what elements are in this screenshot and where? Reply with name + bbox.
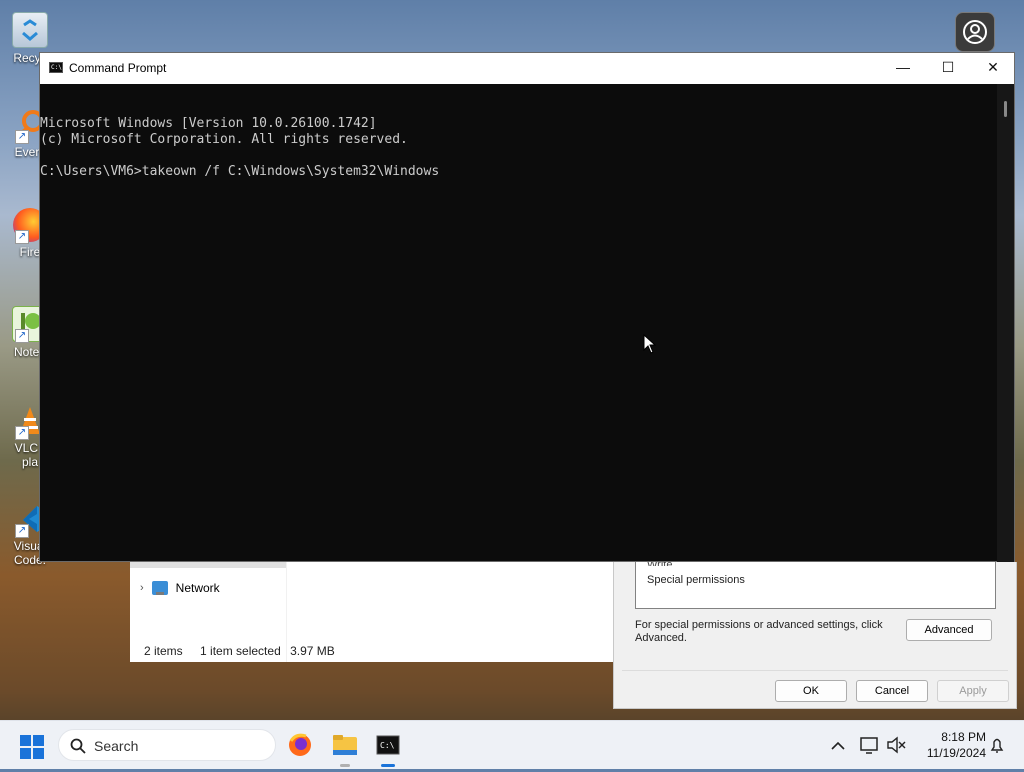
- taskbar-command-prompt[interactable]: C:\: [372, 729, 404, 767]
- terminal-icon: C:\: [376, 735, 400, 755]
- taskbar-search-box[interactable]: Search: [58, 729, 276, 761]
- vertical-scrollbar[interactable]: [997, 84, 1014, 562]
- chevron-up-icon: [831, 741, 845, 750]
- search-placeholder: Search: [94, 738, 139, 754]
- taskbar-file-explorer[interactable]: [329, 729, 361, 767]
- notifications-button[interactable]: [987, 721, 1007, 769]
- console-output[interactable]: Microsoft Windows [Version 10.0.26100.17…: [40, 84, 998, 562]
- cmd-title-bar[interactable]: C:\ Command Prompt — ☐ ✕: [40, 53, 1014, 84]
- speaker-muted-icon: [887, 736, 906, 754]
- shortcut-arrow-icon: ↗: [15, 230, 29, 244]
- status-selection: 1 item selected: [200, 644, 281, 658]
- firefox-icon: [289, 733, 311, 756]
- network-icon: [151, 581, 168, 595]
- svg-text:C:\: C:\: [380, 741, 395, 750]
- close-button[interactable]: ✕: [970, 53, 1016, 84]
- cancel-button[interactable]: Cancel: [856, 680, 928, 702]
- taskbar-firefox[interactable]: [284, 729, 316, 761]
- shortcut-arrow-icon: ↗: [15, 329, 29, 343]
- console-input-line[interactable]: C:\Users\VM6>takeown /f C:\Windows\Syste…: [40, 164, 998, 180]
- scrollbar-thumb[interactable]: [1004, 101, 1007, 117]
- recycle-bin-icon: [12, 12, 48, 48]
- window-title: Command Prompt: [69, 61, 167, 75]
- taskbar: Search C:\ 8:18 PM 11/19/2024: [0, 720, 1024, 769]
- nav-item-network[interactable]: › Network: [140, 578, 220, 598]
- maximize-button[interactable]: ☐: [925, 53, 971, 84]
- shortcut-arrow-icon: ↗: [15, 426, 29, 440]
- permissions-list: Write Special permissions: [635, 559, 996, 609]
- windows-logo-icon: [20, 735, 31, 746]
- mouse-pointer-icon: [643, 334, 657, 354]
- network-status-button[interactable]: [858, 721, 882, 769]
- minimize-button[interactable]: —: [880, 53, 926, 84]
- folder-icon: [333, 735, 357, 755]
- active-indicator: [381, 764, 395, 767]
- advanced-note: For special permissions or advanced sett…: [635, 619, 883, 644]
- start-button[interactable]: [20, 735, 44, 759]
- network-monitor-icon: [860, 737, 878, 754]
- running-indicator: [340, 764, 350, 767]
- show-hidden-icons-button[interactable]: [828, 721, 848, 769]
- status-item-count: 2 items: [144, 644, 183, 658]
- bell-icon: [990, 738, 1004, 753]
- account-button[interactable]: [955, 12, 995, 52]
- clock-time: 8:18 PM: [941, 730, 986, 744]
- advanced-button[interactable]: Advanced: [906, 619, 992, 641]
- nav-scrollbar[interactable]: [130, 562, 286, 568]
- divider: [622, 670, 1008, 671]
- file-explorer-window: › Network 2 items 1 item selected 3.97 M…: [130, 562, 613, 662]
- console-line: Microsoft Windows [Version 10.0.26100.17…: [40, 116, 377, 131]
- status-size: 3.97 MB: [290, 644, 335, 658]
- search-icon: [70, 738, 86, 754]
- shortcut-arrow-icon: ↗: [15, 130, 29, 144]
- command-prompt-window[interactable]: C:\ Command Prompt — ☐ ✕ Microsoft Windo…: [39, 52, 1015, 562]
- shortcut-arrow-icon: ↗: [15, 524, 29, 538]
- clock-date: 11/19/2024: [926, 746, 986, 760]
- permission-row-special: Special permissions: [647, 574, 745, 586]
- volume-button[interactable]: [884, 721, 908, 769]
- status-bar: 2 items 1 item selected 3.97 MB: [144, 644, 349, 658]
- apply-button[interactable]: Apply: [937, 680, 1009, 702]
- chevron-right-icon[interactable]: ›: [140, 582, 144, 594]
- taskbar-clock[interactable]: 8:18 PM 11/19/2024: [914, 729, 986, 761]
- account-circle-icon: [963, 20, 987, 44]
- cmd-app-icon: C:\: [49, 62, 63, 73]
- properties-dialog: Write Special permissions For special pe…: [613, 559, 1017, 709]
- ok-button[interactable]: OK: [775, 680, 847, 702]
- console-line: (c) Microsoft Corporation. All rights re…: [40, 132, 408, 147]
- nav-item-label: Network: [175, 581, 220, 595]
